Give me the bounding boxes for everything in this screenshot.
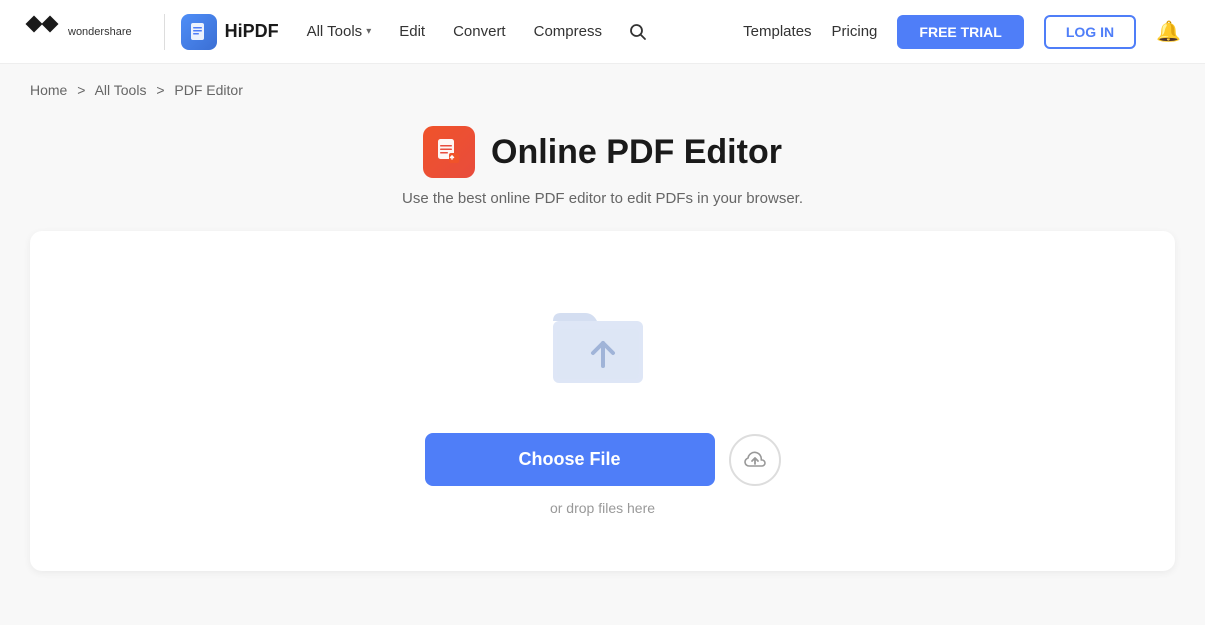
page-header: Online PDF Editor	[423, 126, 782, 178]
hipdf-svg-icon	[188, 21, 210, 43]
pdf-editor-icon	[423, 126, 475, 178]
upload-container: Choose File or drop files here	[30, 231, 1175, 571]
cloud-upload-button[interactable]	[729, 434, 781, 486]
choose-file-button[interactable]: Choose File	[425, 433, 715, 486]
nav-right: Templates Pricing FREE TRIAL LOG IN 🔔	[743, 15, 1181, 49]
search-button[interactable]	[622, 16, 654, 48]
navbar: wondershare HiPDF All Tools ▾ Edit Conve…	[0, 0, 1205, 64]
pdf-icon-svg	[435, 138, 463, 166]
hipdf-label: HiPDF	[225, 21, 279, 42]
pricing-nav[interactable]: Pricing	[832, 23, 878, 40]
upload-actions: Choose File	[425, 433, 781, 486]
breadcrumb-all-tools[interactable]: All Tools	[95, 82, 147, 98]
notification-bell-icon[interactable]: 🔔	[1156, 19, 1181, 44]
all-tools-nav[interactable]: All Tools ▾	[295, 17, 384, 46]
chevron-down-icon: ▾	[366, 26, 371, 37]
drop-hint: or drop files here	[550, 500, 655, 516]
templates-nav[interactable]: Templates	[743, 23, 811, 40]
nav-links: All Tools ▾ Edit Convert Compress	[295, 16, 654, 48]
breadcrumb-sep-2: >	[156, 82, 164, 98]
hipdf-icon	[181, 14, 217, 50]
free-trial-button[interactable]: FREE TRIAL	[897, 15, 1023, 49]
search-icon	[629, 23, 647, 41]
upload-folder-svg	[543, 291, 663, 401]
wondershare-text: wondershare	[68, 26, 132, 38]
wondershare-logo[interactable]: wondershare	[24, 14, 132, 50]
breadcrumb-sep-1: >	[77, 82, 85, 98]
breadcrumb: Home > All Tools > PDF Editor	[0, 64, 1205, 116]
upload-illustration	[543, 291, 663, 401]
compress-nav[interactable]: Compress	[522, 17, 614, 46]
breadcrumb-home[interactable]: Home	[30, 82, 67, 98]
login-button[interactable]: LOG IN	[1044, 15, 1136, 49]
nav-divider	[164, 14, 165, 50]
breadcrumb-current: PDF Editor	[174, 82, 242, 98]
hipdf-logo[interactable]: HiPDF	[181, 14, 279, 50]
edit-nav[interactable]: Edit	[387, 17, 437, 46]
convert-nav[interactable]: Convert	[441, 17, 518, 46]
wondershare-icon	[24, 14, 60, 50]
page-subtitle: Use the best online PDF editor to edit P…	[402, 190, 803, 207]
page-title: Online PDF Editor	[491, 133, 782, 172]
cloud-upload-icon	[743, 448, 767, 472]
main-content: Online PDF Editor Use the best online PD…	[0, 116, 1205, 571]
